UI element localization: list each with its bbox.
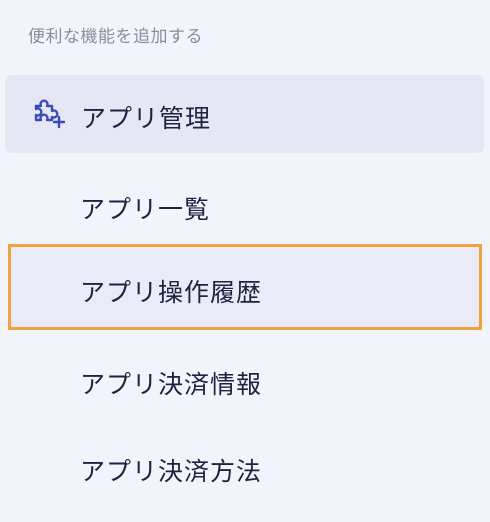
- sidebar-item-label: アプリ操作履歴: [80, 278, 263, 307]
- nav-group-app-management[interactable]: アプリ管理: [5, 75, 484, 153]
- sidebar-item-app-payment-info[interactable]: アプリ決済情報: [8, 336, 482, 422]
- sidebar-item-app-operation-history[interactable]: アプリ操作履歴: [8, 244, 482, 330]
- nav-group-label: アプリ管理: [81, 104, 212, 133]
- sidebar-item-app-list[interactable]: アプリ一覧: [8, 161, 482, 247]
- sidebar-item-label: アプリ決済情報: [80, 370, 263, 399]
- sidebar-item-label: アプリ決済方法: [80, 457, 263, 486]
- puzzle-plus-icon: [30, 96, 66, 132]
- section-caption: 便利な機能を追加する: [28, 27, 203, 47]
- sidebar-item-label: アプリ一覧: [80, 195, 211, 224]
- sidebar-item-app-payment-method[interactable]: アプリ決済方法: [8, 423, 482, 509]
